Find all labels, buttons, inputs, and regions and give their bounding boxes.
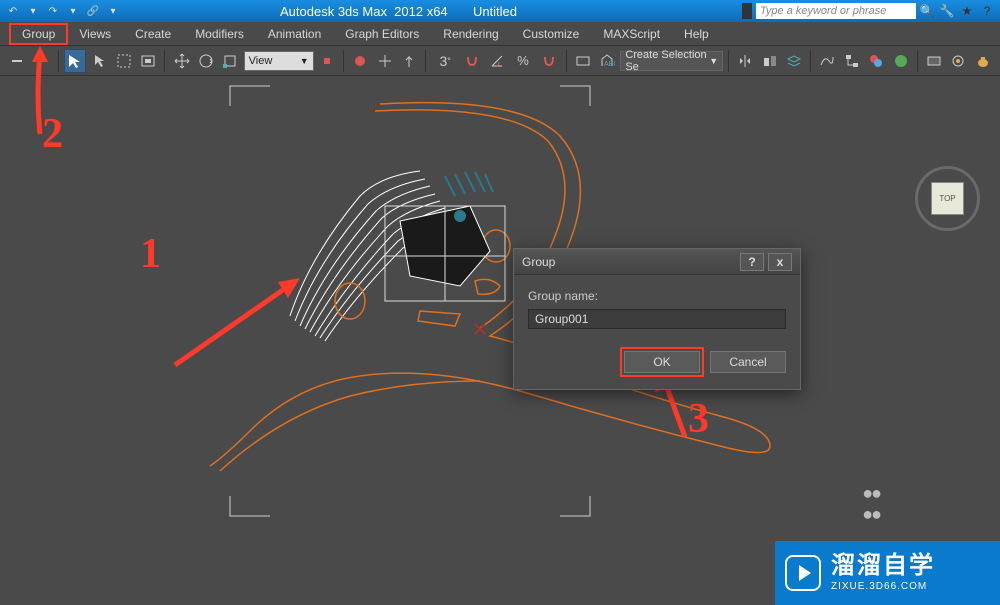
- menu-modifiers[interactable]: Modifiers: [183, 24, 256, 44]
- named-selection-icon[interactable]: [571, 49, 593, 73]
- curve-editor-icon[interactable]: [816, 49, 838, 73]
- menu-graph-editors[interactable]: Graph Editors: [333, 24, 431, 44]
- link-icon[interactable]: [6, 49, 28, 73]
- menu-rendering[interactable]: Rendering: [431, 24, 510, 44]
- angle-snap-icon[interactable]: [486, 49, 508, 73]
- select-object-icon[interactable]: [64, 49, 86, 73]
- steering-wheel-icon[interactable]: ●●●●: [862, 483, 880, 525]
- search-toggle-icon[interactable]: [742, 3, 752, 19]
- dialog-help-button[interactable]: ?: [740, 253, 764, 271]
- rotate-icon[interactable]: [195, 49, 217, 73]
- wrench-icon[interactable]: 🔧: [938, 3, 956, 19]
- qat-menu-icon[interactable]: ▾: [104, 3, 122, 19]
- watermark-en: ZIXUE.3D66.COM: [831, 581, 935, 592]
- play-icon: [785, 555, 821, 591]
- dialog-titlebar[interactable]: Group ? x: [514, 249, 800, 275]
- menu-views[interactable]: Views: [67, 24, 123, 44]
- viewport[interactable]: TOP ●●●●: [0, 76, 1000, 605]
- select-manipulate-icon[interactable]: [349, 49, 371, 73]
- app-title: Autodesk 3ds Max 2012 x64 Untitled: [280, 4, 517, 19]
- angle-snap-label: 3°: [431, 49, 459, 73]
- scale-icon[interactable]: [219, 49, 241, 73]
- help-icon[interactable]: ?: [978, 3, 996, 19]
- dialog-title-text: Group: [522, 255, 555, 269]
- spinner-snap-icon[interactable]: [538, 49, 560, 73]
- edit-named-selection-icon[interactable]: ABC: [596, 49, 618, 73]
- menu-group[interactable]: Group: [10, 24, 67, 44]
- svg-text:ABC: ABC: [604, 61, 615, 68]
- watermark: 溜溜自学 ZIXUE.3D66.COM: [775, 541, 1000, 605]
- selection-set-dropdown[interactable]: Create Selection Se▼: [620, 51, 723, 71]
- group-name-label: Group name:: [528, 289, 786, 303]
- select-region-icon[interactable]: [113, 49, 135, 73]
- search-input[interactable]: Type a keyword or phrase: [756, 3, 916, 19]
- move-icon[interactable]: [170, 49, 192, 73]
- title-bar: ↶ ▾ ↷ ▾ 🔗 ▾ Autodesk 3ds Max 2012 x64 Un…: [0, 0, 1000, 22]
- qat-dropdown-icon[interactable]: ▾: [24, 3, 42, 19]
- qat-dropdown-icon[interactable]: ▾: [64, 3, 82, 19]
- qat-redo-icon[interactable]: ↷: [44, 3, 62, 19]
- qat-link-icon[interactable]: 🔗: [84, 3, 102, 19]
- render-setup-icon[interactable]: [889, 49, 911, 73]
- dialog-close-button[interactable]: x: [768, 253, 792, 271]
- percent-snap-icon[interactable]: %: [510, 49, 536, 73]
- title-bar-right: Type a keyword or phrase 🔍 🔧 ★ ?: [742, 3, 1000, 19]
- select-arrow-icon[interactable]: [88, 49, 110, 73]
- dropdown-label: Create Selection Se: [625, 49, 709, 73]
- menu-maxscript[interactable]: MAXScript: [591, 24, 672, 44]
- watermark-cn: 溜溜自学: [831, 554, 935, 578]
- ok-button[interactable]: OK: [624, 351, 700, 373]
- mirror-icon[interactable]: [734, 49, 756, 73]
- layer-manager-icon[interactable]: [783, 49, 805, 73]
- snap-toggle-icon[interactable]: [461, 49, 483, 73]
- reference-coord-dropdown[interactable]: View▼: [244, 51, 314, 71]
- unlink-icon[interactable]: [30, 49, 52, 73]
- view-cube-face[interactable]: TOP: [931, 182, 964, 215]
- view-cube[interactable]: TOP: [915, 166, 980, 231]
- menu-customize[interactable]: Customize: [511, 24, 592, 44]
- render-production-icon[interactable]: [947, 49, 969, 73]
- main-toolbar: View▼ 3° % ABC Create Selection Se▼: [0, 46, 1000, 76]
- group-name-input[interactable]: [528, 309, 786, 329]
- dropdown-label: View: [249, 55, 273, 67]
- quick-access-toolbar: ↶ ▾ ↷ ▾ 🔗 ▾: [4, 3, 122, 19]
- material-editor-icon[interactable]: [865, 49, 887, 73]
- render-frame-icon[interactable]: [923, 49, 945, 73]
- binoculars-icon[interactable]: 🔍: [918, 3, 936, 19]
- menu-help[interactable]: Help: [672, 24, 721, 44]
- menu-animation[interactable]: Animation: [256, 24, 333, 44]
- group-dialog: Group ? x Group name: OK Cancel: [513, 248, 801, 390]
- menu-bar: Group Views Create Modifiers Animation G…: [0, 22, 1000, 46]
- menu-create[interactable]: Create: [123, 24, 183, 44]
- cancel-button[interactable]: Cancel: [710, 351, 786, 373]
- axis-constraint-icon[interactable]: [398, 49, 420, 73]
- align-icon[interactable]: [758, 49, 780, 73]
- select-window-icon[interactable]: [137, 49, 159, 73]
- qat-undo-icon[interactable]: ↶: [4, 3, 22, 19]
- pivot-icon[interactable]: [316, 49, 338, 73]
- schematic-view-icon[interactable]: [841, 49, 863, 73]
- keyboard-shortcut-icon[interactable]: [373, 49, 395, 73]
- star-icon[interactable]: ★: [958, 3, 976, 19]
- render-teapot-icon[interactable]: [972, 49, 994, 73]
